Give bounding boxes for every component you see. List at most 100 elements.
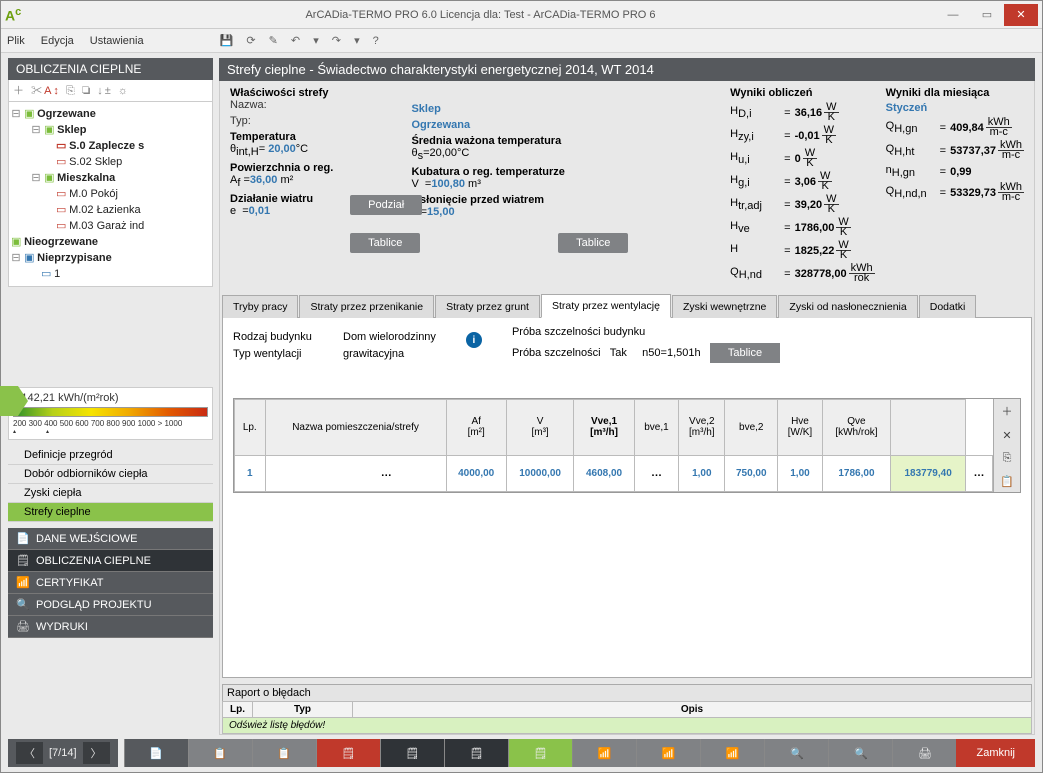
tablice-f-button[interactable]: Tablice [558, 233, 628, 253]
tool-3[interactable]: 📋 [252, 739, 316, 767]
marker-icon[interactable]: A↕ [44, 85, 61, 97]
next-page-button[interactable]: 〉 [83, 742, 110, 764]
subnav-dobor[interactable]: Dobór odbiorników ciepła [8, 465, 213, 484]
tab-2[interactable]: Straty przez grunt [435, 295, 540, 318]
nav-dane[interactable]: 📄DANE WEJŚCIOWE [8, 528, 213, 550]
tab-5[interactable]: Zyski od nasłonecznienia [778, 295, 917, 318]
nav-wydruki[interactable]: 🖨WYDRUKI [8, 616, 213, 638]
subnav-strefy[interactable]: Strefy cieplne [8, 503, 213, 522]
podzial-button[interactable]: Podział [350, 195, 422, 215]
tree[interactable]: ⊟ ▣ Ogrzewane ⊟ ▣ Sklep ▭ S.0 Zaplecze s… [8, 102, 213, 287]
tree-zaplecze[interactable]: S.0 Zaplecze s [69, 140, 144, 152]
tool-5[interactable]: 🗒 [380, 739, 444, 767]
row-lp[interactable]: 1 [235, 455, 266, 491]
th-1[interactable]: Nazwa pomieszczenia/strefy [265, 400, 446, 456]
tool-2[interactable]: 📋 [188, 739, 252, 767]
row-vve1[interactable]: 4608,00 [574, 455, 634, 491]
row-more[interactable]: … [966, 455, 993, 491]
nav-cert[interactable]: 📶CERTYFIKAT [8, 572, 213, 594]
close-footer-button[interactable]: Zamknij [956, 739, 1035, 767]
doc-icon[interactable]: ⎘ [66, 85, 77, 97]
cut-icon[interactable]: ✂ [31, 85, 44, 97]
tree-nieogrzewane[interactable]: Nieogrzewane [24, 236, 98, 248]
th-0[interactable]: Lp. [235, 400, 266, 456]
row-name[interactable]: … [265, 455, 446, 491]
nav-podglad[interactable]: 🔍PODGLĄD PROJEKTU [8, 594, 213, 616]
th-6[interactable]: Vve,2[m³/h] [679, 400, 725, 456]
menu-file[interactable]: Plik [7, 35, 25, 47]
info-icon[interactable]: i [466, 332, 482, 348]
th-9[interactable]: Qve[kWh/rok] [822, 400, 890, 456]
tablice-e-button[interactable]: Tablice [350, 233, 420, 253]
export-icon[interactable]: ✎ [269, 35, 278, 47]
nav-obliczenia[interactable]: 🗒OBLICZENIA CIEPLNE [8, 550, 213, 572]
tree-m0[interactable]: M.0 Pokój [69, 188, 118, 200]
menu-settings[interactable]: Ustawienia [90, 35, 144, 47]
row-bve1[interactable]: 1,00 [679, 455, 725, 491]
tab-1[interactable]: Straty przez przenikanie [299, 295, 434, 318]
row-qve[interactable]: 183779,40 [891, 455, 966, 491]
subnav-zyski[interactable]: Zyski ciepła [8, 484, 213, 503]
dropdown-icon[interactable]: ▾ [354, 35, 360, 47]
dropdown-icon[interactable]: ▾ [313, 35, 319, 47]
th-2[interactable]: Af[m²] [446, 400, 506, 456]
minimize-button[interactable]: ― [936, 4, 970, 26]
menu-edit[interactable]: Edycja [41, 35, 74, 47]
tool-11[interactable]: 🔍 [764, 739, 828, 767]
paste-row-icon[interactable]: 📋 [1000, 475, 1014, 488]
tool-6[interactable]: 🗒 [444, 739, 508, 767]
row-v[interactable]: 10000,00 [506, 455, 574, 491]
month-value[interactable]: Styczeń [886, 102, 1024, 114]
tree-sklep[interactable]: Sklep [57, 124, 86, 136]
tab-6[interactable]: Dodatki [919, 295, 977, 318]
tree-ogrzewane[interactable]: Ogrzewane [37, 108, 96, 120]
venttype-value[interactable]: grawitacyjna [343, 348, 404, 360]
tool-7[interactable]: 🗒 [508, 739, 572, 767]
tablice-n50-button[interactable]: Tablice [710, 343, 780, 363]
import-icon[interactable]: ☼ [118, 85, 130, 97]
close-button[interactable]: ✕ [1004, 4, 1038, 26]
name-value[interactable]: Sklep [411, 103, 440, 115]
tool-1[interactable]: 📄 [124, 739, 188, 767]
row-bve2[interactable]: 1,00 [778, 455, 823, 491]
tree-m03[interactable]: M.03 Garaż ind [69, 220, 144, 232]
tree-m02[interactable]: M.02 Łazienka [69, 204, 141, 216]
maximize-button[interactable]: ▭ [970, 4, 1004, 26]
tool-9[interactable]: 📶 [636, 739, 700, 767]
expand-arrow[interactable] [0, 386, 18, 416]
tool-10[interactable]: 📶 [700, 739, 764, 767]
area-value[interactable]: 36,00 [250, 174, 278, 186]
copy-icon[interactable]: ❏ [82, 85, 92, 97]
th-8[interactable]: Hve[W/K] [778, 400, 823, 456]
tree-s02[interactable]: S.02 Sklep [69, 156, 122, 168]
type-value[interactable]: Ogrzewana [411, 119, 470, 131]
tree-mieszkalna[interactable]: Mieszkalna [57, 172, 115, 184]
th-5[interactable]: bve,1 [634, 400, 679, 456]
undo-icon[interactable]: ↶ [291, 35, 300, 47]
th-4[interactable]: Vve,1[m³/h] [574, 400, 634, 456]
add-row-icon[interactable]: ＋ [1001, 403, 1012, 419]
save-icon[interactable]: 💾 [220, 35, 234, 47]
tool-8[interactable]: 📶 [572, 739, 636, 767]
vol-value[interactable]: 100,80 [431, 178, 465, 190]
tool-12[interactable]: 🔍 [828, 739, 892, 767]
tool-4[interactable]: 🗒 [316, 739, 380, 767]
row-af[interactable]: 4000,00 [446, 455, 506, 491]
sort-icon[interactable]: ↓± [97, 85, 113, 97]
row-bve1-more[interactable]: … [634, 455, 679, 491]
add-icon[interactable]: ＋ [13, 85, 26, 97]
shield-value[interactable]: 15,00 [427, 206, 455, 218]
buildtype-value[interactable]: Dom wielorodzinny [343, 331, 436, 343]
prev-page-button[interactable]: 〈 [16, 742, 43, 764]
row-vve2[interactable]: 750,00 [725, 455, 778, 491]
wind-value[interactable]: 0,01 [249, 205, 270, 217]
row-hve[interactable]: 1786,00 [822, 455, 890, 491]
tree-one[interactable]: 1 [54, 268, 60, 280]
n50-value[interactable]: 1,50 [667, 347, 688, 359]
th-7[interactable]: bve,2 [725, 400, 778, 456]
err-msg[interactable]: Odśwież listę błędów! [223, 718, 1032, 734]
tree-nieprzypisane[interactable]: Nieprzypisane [37, 252, 112, 264]
th-3[interactable]: V[m³] [506, 400, 574, 456]
tab-4[interactable]: Zyski wewnętrzne [672, 295, 777, 318]
tab-3[interactable]: Straty przez wentylację [541, 294, 671, 318]
